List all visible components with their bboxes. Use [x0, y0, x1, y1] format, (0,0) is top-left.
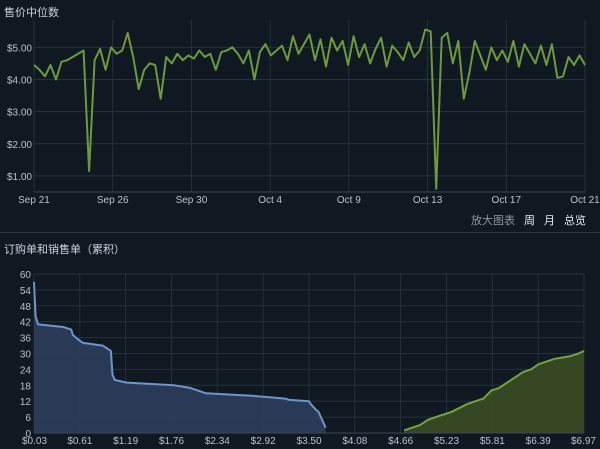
- y-tick-label: 24: [20, 365, 32, 376]
- x-tick-label: $2.92: [251, 436, 276, 447]
- y-tick-label: 60: [20, 270, 32, 281]
- y-tick-label: 18: [20, 381, 32, 392]
- x-tick-label: $5.23: [434, 436, 459, 447]
- y-tick-label: 42: [20, 318, 32, 329]
- buy-orders-area: [34, 282, 326, 433]
- y-tick-label: 12: [20, 397, 32, 408]
- x-tick-label: $3.50: [296, 436, 321, 447]
- y-tick-label: 36: [20, 334, 32, 345]
- sell-orders-area: [404, 350, 584, 433]
- x-tick-label: $4.08: [342, 436, 367, 447]
- y-tick-label: 30: [20, 350, 32, 361]
- x-tick-label: $6.97: [571, 436, 596, 447]
- x-tick-label: $1.19: [113, 436, 138, 447]
- x-tick-label: $6.39: [526, 436, 551, 447]
- x-tick-label: $2.34: [205, 436, 230, 447]
- y-tick-label: 54: [20, 286, 32, 297]
- y-tick-label: 6: [25, 413, 31, 424]
- y-tick-label: 0: [25, 429, 31, 440]
- y-tick-label: 48: [20, 302, 32, 313]
- x-tick-label: $1.76: [159, 436, 184, 447]
- x-tick-label: $4.66: [388, 436, 413, 447]
- x-tick-label: $0.61: [67, 436, 92, 447]
- orders-depth-chart[interactable]: $0.03 $0.61 $1.19 $1.76 $2.34 $2.92 $3.50 $4.08…: [0, 0, 600, 449]
- x-tick-label: $5.81: [480, 436, 505, 447]
